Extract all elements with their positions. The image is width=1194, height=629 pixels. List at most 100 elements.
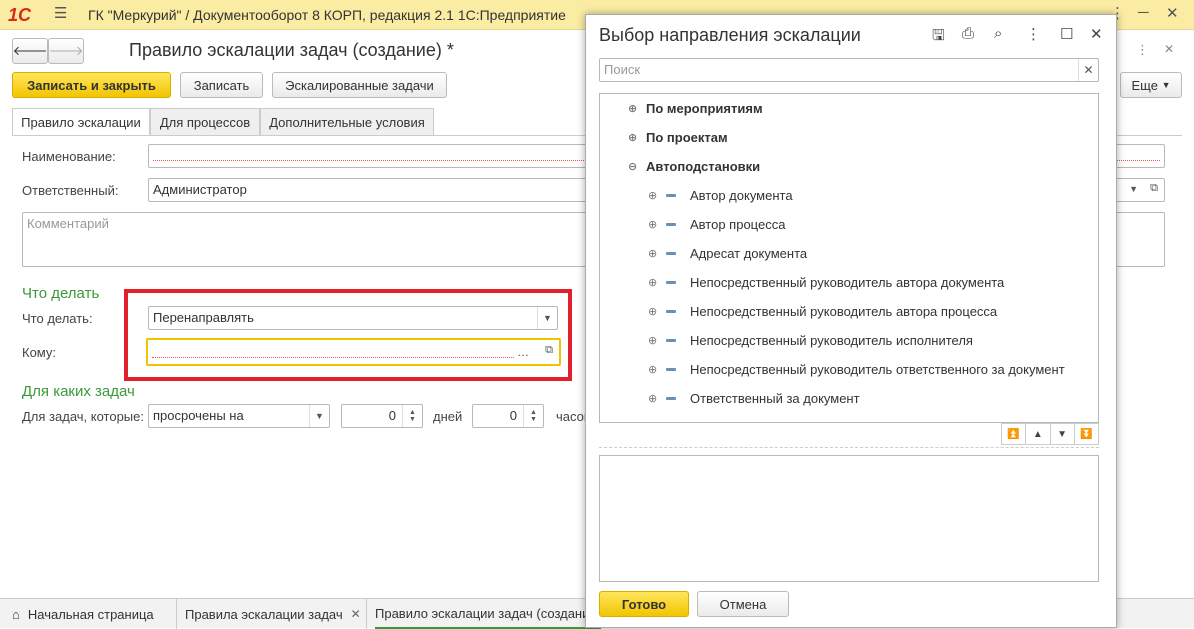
collapse-icon[interactable]: ⊖	[628, 160, 638, 173]
tasks-value: просрочены на	[153, 408, 244, 423]
tree-item[interactable]: ⊕ По проектам	[628, 123, 728, 152]
item-icon	[666, 252, 676, 255]
expand-icon[interactable]: ⊕	[648, 363, 658, 376]
menu-icon[interactable]: ☰	[54, 4, 67, 22]
tree-nav: ⏫ ▲ ▼ ⏬	[1001, 423, 1099, 445]
tree-item[interactable]: ⊕ Непосредственный руководитель автора пр…	[648, 297, 997, 326]
tree-item-label: Адресат документа	[690, 246, 808, 261]
days-input[interactable]: 0 ▲ ▼	[341, 404, 423, 428]
expand-icon[interactable]: ⊕	[648, 334, 658, 347]
cancel-button[interactable]: Отмена	[697, 591, 789, 617]
preview-icon[interactable]: ⌕	[994, 25, 1002, 42]
back-button[interactable]: 🡐	[12, 38, 48, 64]
close-icon[interactable]: ✕	[1166, 4, 1179, 22]
escalated-tasks-button[interactable]: Эскалированные задачи	[272, 72, 447, 98]
responsible-value: Администратор	[153, 182, 247, 197]
section-what-to-do: Что делать	[22, 285, 100, 302]
stepper-icon[interactable]: ▲ ▼	[402, 405, 422, 427]
up-icon[interactable]: ▲	[1026, 424, 1051, 444]
expand-icon[interactable]: ⊕	[628, 131, 638, 144]
item-icon	[666, 281, 676, 284]
hours-input[interactable]: 0 ▲ ▼	[472, 404, 544, 428]
done-button[interactable]: Готово	[599, 591, 689, 617]
tree-item-label: Автоподстановки	[646, 159, 761, 174]
dropdown-arrow-icon[interactable]: ▼	[1129, 184, 1138, 194]
open-icon[interactable]: ⧉	[1150, 182, 1158, 195]
direction-tree: ⊕ По мероприятиям ⊕ По проектам ⊖ Автоподстан…	[599, 93, 1099, 423]
print-icon[interactable]: ⎙	[962, 25, 974, 42]
tree-item-label: Непосредственный руководитель автора док…	[690, 275, 1005, 290]
form-title: Правило эскалации задач (создание) *	[129, 40, 454, 60]
tree-item-label: Ответственный за документ	[690, 391, 860, 406]
dropdown-arrow-icon: ▼	[1161, 80, 1171, 90]
form-more-icon[interactable]: ⋮	[1136, 42, 1149, 58]
stepper-icon[interactable]: ▲ ▼	[523, 405, 543, 427]
tree-item-label: По проектам	[646, 130, 728, 145]
expand-icon[interactable]: ⊕	[648, 247, 658, 260]
search-input[interactable]: Поиск ✕	[599, 58, 1099, 82]
minimize-icon[interactable]: ─	[1138, 4, 1149, 21]
dialog-title: Выбор направления эскалации	[599, 25, 861, 45]
tab-escalation-rule[interactable]: Правило эскалации	[12, 108, 150, 136]
item-icon	[666, 194, 676, 197]
tree-item[interactable]: ⊕ По мероприятиям	[628, 94, 763, 123]
item-icon	[666, 339, 676, 342]
more-button[interactable]: Еще ▼	[1120, 72, 1182, 98]
to-label: Кому:	[22, 345, 56, 360]
tree-item[interactable]: ⊕ Адресат документа	[648, 239, 807, 268]
expand-icon[interactable]: ⊕	[648, 189, 658, 202]
tree-item-label: Автор документа	[690, 188, 793, 203]
name-label: Наименование:	[22, 149, 116, 164]
tree-item[interactable]: ⊕ Автор процесса	[648, 210, 785, 239]
expand-icon[interactable]: ⊕	[628, 102, 638, 115]
description-area[interactable]	[599, 455, 1099, 582]
tree-item-label: Непосредственный руководитель ответствен…	[690, 362, 1065, 377]
item-icon	[666, 310, 676, 313]
tab-additional-conditions[interactable]: Дополнительные условия	[260, 108, 434, 135]
rules-tab[interactable]: Правила эскалации задач ✕	[185, 599, 361, 629]
app-title: ГК "Меркурий" / Документооборот 8 КОРП, …	[88, 7, 566, 23]
tree-item-label: Непосредственный руководитель исполнител…	[690, 333, 973, 348]
form-close-icon[interactable]: ✕	[1164, 42, 1174, 56]
arrow-right-icon: 🡒	[48, 43, 84, 58]
tree-item[interactable]: ⊖ Автоподстановки	[628, 152, 760, 181]
save-close-button[interactable]: Записать и закрыть	[12, 72, 171, 98]
forward-button[interactable]: 🡒	[48, 38, 84, 64]
current-rule-tab[interactable]: Правило эскалации задач (создание)	[375, 599, 601, 629]
down-icon[interactable]: ▼	[1051, 424, 1075, 444]
expand-icon[interactable]: ⊕	[648, 276, 658, 289]
tree-item-label: По мероприятиям	[646, 101, 763, 116]
save-icon[interactable]: 🖫	[932, 25, 945, 50]
expand-icon[interactable]: ⊕	[648, 305, 658, 318]
maximize-icon[interactable]: ☐	[1060, 25, 1073, 43]
first-icon[interactable]: ⏫	[1002, 424, 1027, 444]
expand-icon[interactable]: ⊕	[648, 392, 658, 405]
home-icon: ⌂	[12, 606, 20, 622]
dropdown-arrow-icon[interactable]: ▼	[309, 405, 329, 427]
close-icon[interactable]: ✕	[1090, 25, 1103, 43]
tree-item[interactable]: ⊕ Ответственный за документ	[648, 384, 860, 413]
tree-item[interactable]: ⊕ Автор документа	[648, 181, 793, 210]
tab-for-processes[interactable]: Для процессов	[150, 108, 260, 135]
clear-icon[interactable]: ✕	[1078, 59, 1098, 81]
days-label: дней	[433, 409, 463, 424]
more-icon[interactable]: ⋮	[1026, 25, 1041, 43]
arrow-left-icon: 🡐	[12, 43, 48, 58]
section-which-tasks: Для каких задач	[22, 383, 135, 400]
responsible-label: Ответственный:	[22, 183, 119, 198]
last-icon[interactable]: ⏬	[1075, 424, 1098, 444]
save-button[interactable]: Записать	[180, 72, 263, 98]
tree-item[interactable]: ⊕ Непосредственный руководитель автора до…	[648, 268, 1004, 297]
divider	[176, 599, 177, 629]
tasks-select[interactable]: просрочены на ▼	[148, 404, 330, 428]
tree-item[interactable]: ⊕ Непосредственный руководитель ответстве…	[648, 355, 1065, 384]
home-tab[interactable]: ⌂ Начальная страница	[12, 599, 154, 629]
expand-icon[interactable]: ⊕	[648, 218, 658, 231]
item-icon	[666, 368, 676, 371]
app-logo: 1С	[8, 5, 32, 25]
tree-item[interactable]: ⊕ Непосредственный руководитель исполните…	[648, 326, 973, 355]
separator	[599, 447, 1099, 448]
close-icon[interactable]: ✕	[351, 607, 361, 621]
item-icon	[666, 397, 676, 400]
item-icon	[666, 223, 676, 226]
